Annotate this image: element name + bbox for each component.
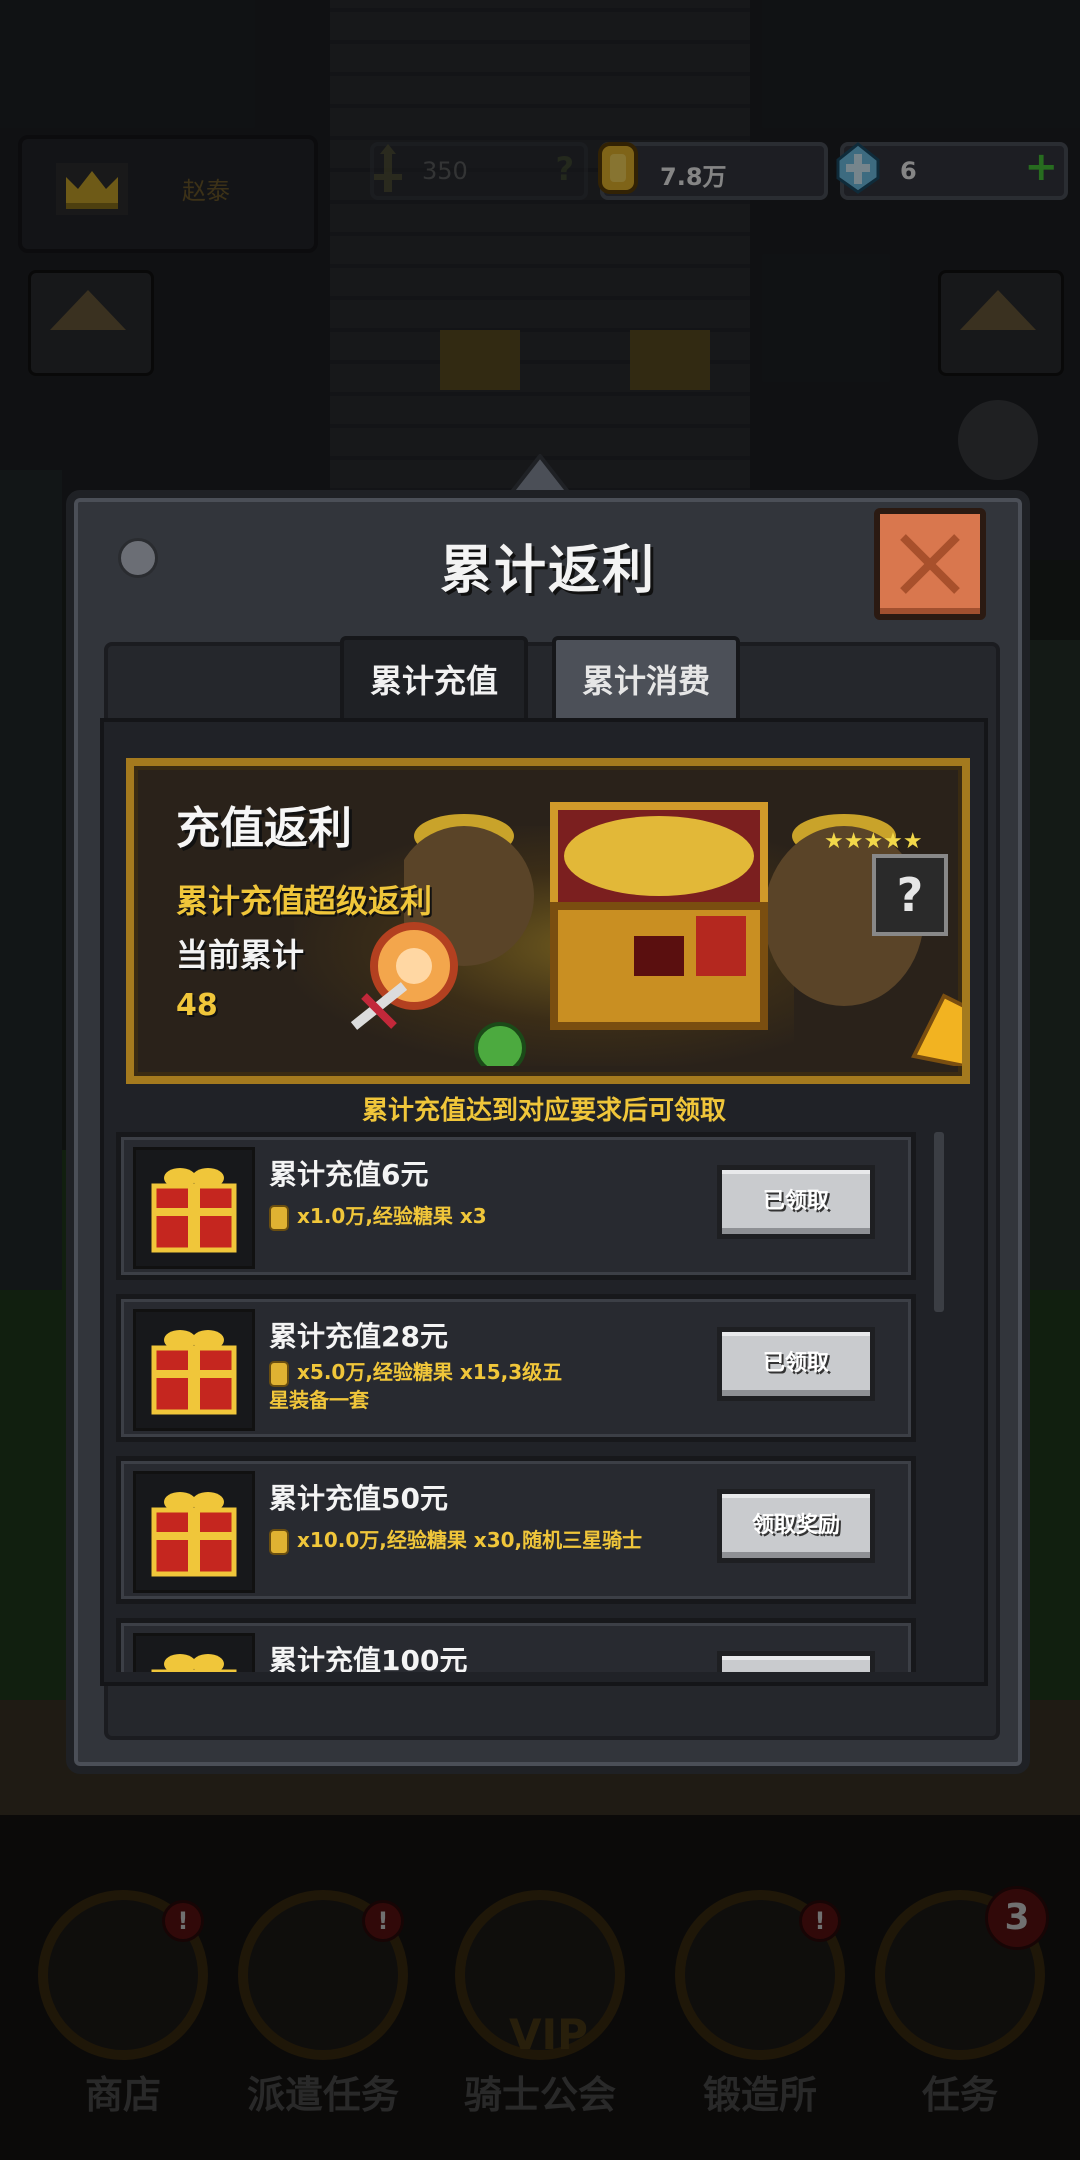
tab-cumulative-spending[interactable]: 累计消费 xyxy=(552,636,740,726)
reward-text: x5.0万,经验糖果 x15,3级五星装备一套 xyxy=(269,1360,563,1412)
reward-title: 累计充值100元 xyxy=(269,1644,468,1672)
reward-row: 累计充值100元 xyxy=(116,1618,916,1672)
claimed-button[interactable]: 已领取 xyxy=(717,1327,875,1401)
svg-text:★★★★★: ★★★★★ xyxy=(824,829,923,854)
claim-reward-button[interactable]: 领取奖励 xyxy=(717,1489,875,1563)
gold-coin-icon xyxy=(269,1204,289,1231)
recharge-banner: ? ★★★★★ 充值返利 累计充值超级返利 当前累计 48 xyxy=(126,758,970,1084)
reward-title: 累计充值28元 xyxy=(269,1320,448,1353)
list-scrollbar[interactable] xyxy=(934,1132,944,1312)
gold-coin-icon xyxy=(269,1528,289,1555)
claimed-button[interactable]: 已领取 xyxy=(717,1165,875,1239)
gift-box-icon xyxy=(133,1471,255,1593)
tab-cumulative-recharge[interactable]: 累计充值 xyxy=(340,636,528,726)
reward-list[interactable]: 累计充值6元 x1.0万,经验糖果 x3 已领取 累计充值28元 x5.0万,经… xyxy=(116,1132,916,1672)
close-button[interactable] xyxy=(874,508,986,620)
gold-coin-icon xyxy=(269,1360,289,1387)
svg-text:?: ? xyxy=(897,868,924,922)
reward-desc: x1.0万,经验糖果 x3 xyxy=(269,1203,709,1231)
current-total-value: 48 xyxy=(176,988,218,1023)
reward-row: 累计充值6元 x1.0万,经验糖果 x3 已领取 xyxy=(116,1132,916,1280)
reward-row: 累计充值50元 x10.0万,经验糖果 x30,随机三星骑士 领取奖励 xyxy=(116,1456,916,1604)
reward-title: 累计充值50元 xyxy=(269,1482,448,1515)
claim-hint: 累计充值达到对应要求后可领取 xyxy=(361,1096,726,1126)
reward-desc: x10.0万,经验糖果 x30,随机三星骑士 xyxy=(269,1527,709,1555)
reward-row: 累计充值28元 x5.0万,经验糖果 x15,3级五星装备一套 已领取 xyxy=(116,1294,916,1442)
claim-reward-button[interactable] xyxy=(717,1651,875,1672)
reward-title: 累计充值6元 xyxy=(269,1158,429,1191)
medal-sword-icon xyxy=(350,922,458,1030)
banner-title: 充值返利 xyxy=(176,803,352,854)
gift-box-icon xyxy=(133,1309,255,1431)
tab-content: ? ★★★★★ 充值返利 累计充值超级返利 当前累计 48 累计充值达到对应要求… xyxy=(100,718,988,1686)
reward-text: x10.0万,经验糖果 x30,随机三星骑士 xyxy=(297,1528,643,1552)
banner-subtitle: 累计充值超级返利 xyxy=(176,882,433,920)
current-total-label: 当前累计 xyxy=(176,936,305,974)
reward-text: x1.0万,经验糖果 x3 xyxy=(297,1204,487,1228)
treasure-chest-icon: ? ★★★★★ xyxy=(404,802,962,1066)
close-icon xyxy=(900,534,960,594)
gift-box-icon xyxy=(133,1147,255,1269)
gift-box-icon xyxy=(133,1633,255,1672)
reward-desc: x5.0万,经验糖果 x15,3级五星装备一套 xyxy=(269,1359,569,1413)
